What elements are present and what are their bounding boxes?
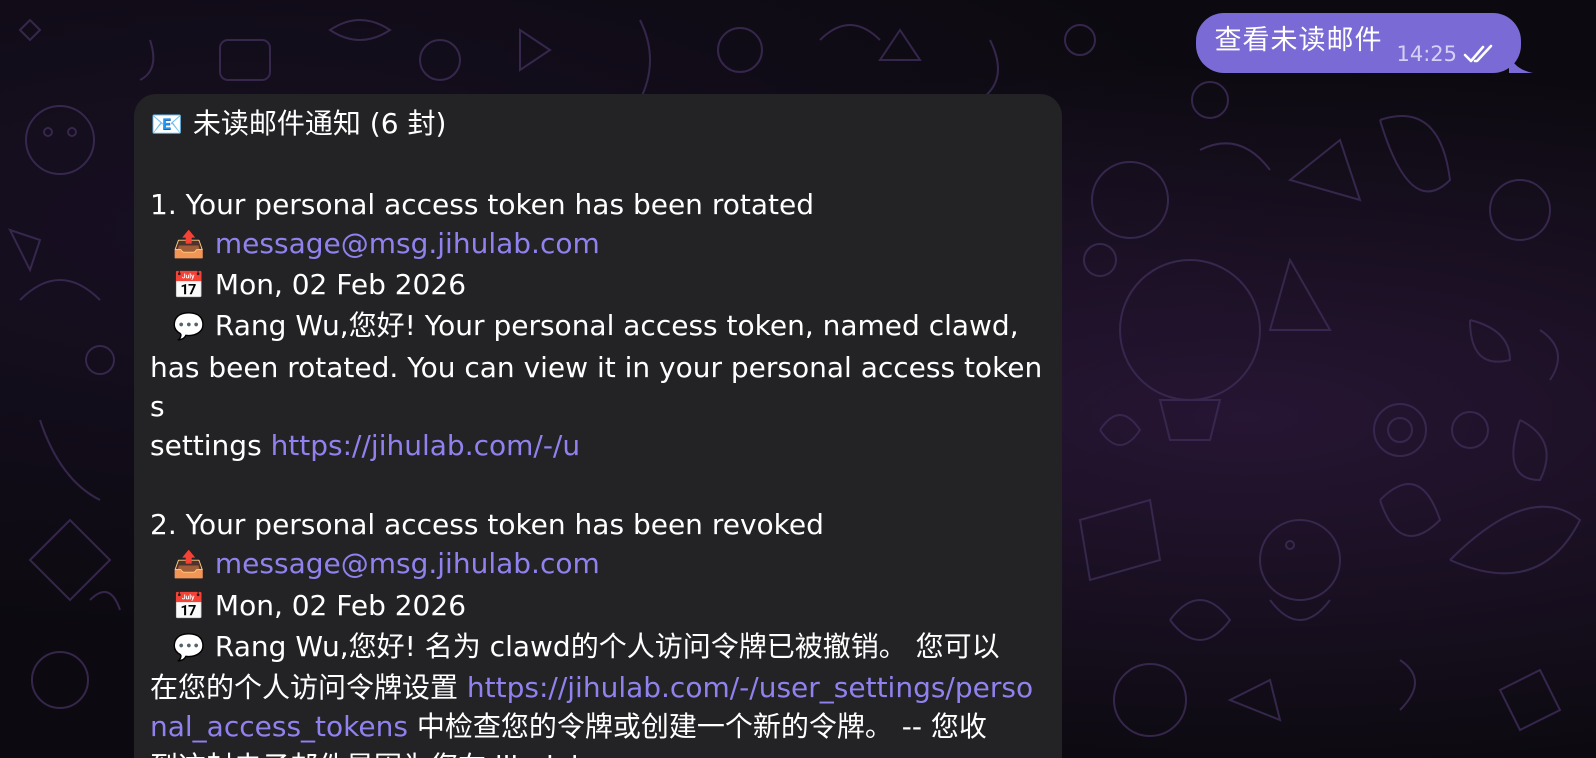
email-preview-text: Rang Wu,您好! Your personal access token, …	[214, 309, 1019, 343]
incoming-message-bubble[interactable]: 📧 未读邮件通知 (6 封) 1. Your personal access t…	[134, 94, 1062, 758]
email-date-row: 📅 Mon, 02 Feb 2026	[150, 265, 1044, 306]
outbox-tray-icon: 📤	[172, 550, 206, 581]
email-preview-line: 💬 Rang Wu,您好! 名为 clawd的个人访问令牌已被撤销。 您可以	[150, 627, 1044, 668]
outgoing-message-text: 查看未读邮件	[1214, 25, 1383, 56]
bubble-tail	[1509, 53, 1533, 73]
email-date-row: 📅 Mon, 02 Feb 2026	[150, 586, 1044, 627]
email-preview-line: settings https://jihulab.com/-/u	[150, 426, 1044, 465]
email-title: 1. Your personal access token has been r…	[150, 187, 814, 221]
email-preview-line: has been rotated. You can view it in you…	[150, 350, 1043, 424]
email-preview-text: 中检查您的令牌或创建一个新的令牌。 -- 您收	[407, 710, 987, 744]
token-settings-link[interactable]: https://jihulab.com/-/user_settings/pers…	[467, 671, 1033, 704]
email-preview-line: 到这封电子邮件是因为您在 jihulab	[150, 747, 1044, 758]
email-sender-row: 📤 message@msg.jihulab.com	[150, 544, 1044, 585]
token-settings-link[interactable]: nal_access_tokens	[150, 710, 408, 743]
sender-email-link[interactable]: message@msg.jihulab.com	[215, 547, 600, 580]
email-preview-line: 在您的个人访问令牌设置 https://jihulab.com/-/user_s…	[150, 668, 1044, 707]
double-check-icon	[1463, 44, 1493, 63]
calendar-icon: 📅	[172, 591, 206, 622]
calendar-icon: 📅	[172, 271, 206, 302]
email-date: Mon, 02 Feb 2026	[214, 268, 467, 302]
chat-area: 查看未读邮件 14:25 📧 未读邮件通知 (6 封) 1. Your pers…	[0, 0, 1596, 758]
email-preview-line: nal_access_tokens 中检查您的令牌或创建一个新的令牌。 -- 您…	[150, 707, 1044, 746]
header-text: 未读邮件通知 (6 封)	[192, 107, 447, 140]
email-sender-row: 📤 message@msg.jihulab.com	[150, 224, 1044, 265]
email-preview-text: settings	[150, 429, 271, 463]
email-preview-text: Rang Wu,您好! 名为 clawd的个人访问令牌已被撤销。 您可以	[214, 629, 1000, 663]
outbox-tray-icon: 📤	[172, 229, 206, 260]
email-date: Mon, 02 Feb 2026	[214, 588, 467, 622]
email-preview-text: 在您的个人访问令牌设置	[150, 671, 467, 705]
speech-balloon-icon: 💬	[172, 632, 206, 663]
envelope-icon: 📧	[150, 110, 184, 140]
message-meta: 14:25	[1396, 42, 1497, 66]
message-time: 14:25	[1396, 42, 1457, 66]
email-title: 2. Your personal access token has been r…	[150, 507, 824, 541]
settings-link[interactable]: https://jihulab.com/-/u	[271, 429, 581, 462]
email-summary-header: 📧 未读邮件通知 (6 封)	[150, 104, 1044, 145]
sender-email-link[interactable]: message@msg.jihulab.com	[215, 227, 600, 260]
speech-balloon-icon: 💬	[172, 312, 206, 343]
outgoing-message-bubble[interactable]: 查看未读邮件 14:25	[1196, 13, 1533, 73]
email-preview-line: 💬 Rang Wu,您好! Your personal access token…	[150, 306, 1044, 347]
